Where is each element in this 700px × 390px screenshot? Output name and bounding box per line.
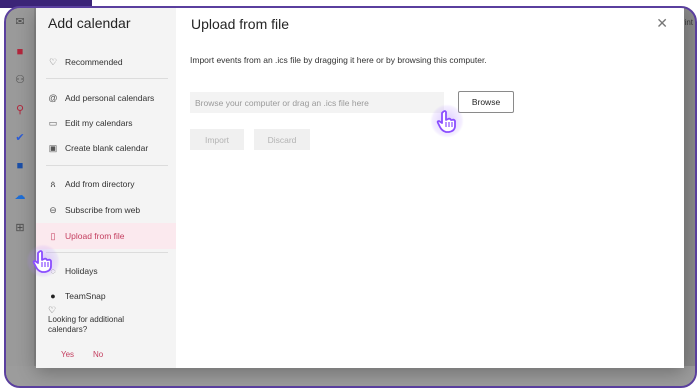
people-icon: ጰ: [50, 178, 56, 189]
people-app-icon[interactable]: ⚇: [14, 74, 26, 86]
upload-description: Import events from an .ics file by dragg…: [190, 55, 487, 65]
import-button[interactable]: Import: [190, 129, 244, 150]
sidebar-item-subscribe-from-web[interactable]: ⊖ Subscribe from web: [36, 198, 176, 222]
sidebar-item-label: Add from directory: [65, 179, 135, 189]
pointer-hand-icon: [430, 104, 464, 138]
apps-grid-icon[interactable]: ⊞: [14, 222, 26, 234]
sidebar-divider: [46, 165, 168, 166]
sidebar-item-label: Create blank calendar: [65, 143, 149, 153]
sidebar-item-label: Holidays: [65, 266, 98, 276]
sidebar-item-add-personal[interactable]: @ Add personal calendars: [36, 86, 176, 110]
edit-calendar-icon: ▭: [48, 117, 58, 128]
sidebar-title: Add calendar: [48, 15, 131, 31]
dialog-main: Upload from file ✕ Import events from an…: [176, 8, 684, 368]
sidebar-divider: [46, 78, 168, 79]
lightbulb-icon: ♡: [48, 56, 58, 67]
close-icon[interactable]: ✕: [656, 15, 668, 32]
sidebar-item-label: Upload from file: [65, 231, 125, 241]
file-drop-input[interactable]: Browse your computer or drag an .ics fil…: [190, 92, 444, 113]
no-link[interactable]: No: [93, 350, 103, 359]
yes-link[interactable]: Yes: [61, 350, 74, 359]
mail-icon[interactable]: ✉: [14, 16, 26, 28]
browse-button[interactable]: Browse: [458, 91, 514, 113]
sidebar-item-create-blank[interactable]: ▣ Create blank calendar: [36, 136, 176, 160]
add-calendar-dialog: Add calendar ♡ Recommended @ Add persona…: [36, 8, 684, 368]
sidebar-item-add-from-directory[interactable]: ጰ Add from directory: [36, 172, 176, 196]
attach-app-icon[interactable]: ⚲: [14, 104, 26, 116]
todo-app-icon[interactable]: ✔: [14, 132, 26, 144]
sidebar-item-upload-from-file[interactable]: ▯ Upload from file: [36, 223, 176, 249]
tutorial-frame: ✉ ■ ⚇ ⚲ ✔ ■ ☁ ⊞ Print Add calendar ♡ Rec…: [4, 6, 697, 388]
sidebar-item-label: Add personal calendars: [65, 93, 155, 103]
sidebar-item-label: TeamSnap: [65, 291, 106, 301]
teamsnap-icon: ●: [50, 291, 56, 301]
background-strip: [6, 366, 695, 386]
sidebar-divider: [46, 252, 168, 253]
dialog-sidebar: Add calendar ♡ Recommended @ Add persona…: [36, 8, 176, 368]
calendar-app-icon[interactable]: ■: [14, 46, 26, 58]
calendar-icon: ▣: [48, 142, 58, 153]
onedrive-app-icon[interactable]: ☁: [14, 190, 26, 202]
looking-for-more-text: Looking for additional calendars?: [48, 315, 125, 334]
discard-button[interactable]: Discard: [254, 129, 310, 150]
sidebar-item-label: Edit my calendars: [65, 118, 133, 128]
app-rail: ✉ ■ ⚇ ⚲ ✔ ■ ☁ ⊞: [6, 8, 34, 386]
word-app-icon[interactable]: ■: [14, 160, 26, 172]
page-title: Upload from file: [191, 16, 290, 32]
file-icon: ▯: [50, 230, 56, 241]
sidebar-item-label: Subscribe from web: [65, 205, 141, 215]
sidebar-item-recommended[interactable]: ♡ Recommended: [36, 50, 176, 74]
link-icon: ⊖: [49, 204, 57, 215]
sidebar-item-teamsnap[interactable]: ● TeamSnap: [36, 284, 176, 308]
sidebar-item-label: Recommended: [65, 57, 123, 67]
at-icon: @: [48, 93, 58, 103]
pointer-hand-icon: [26, 244, 60, 278]
sidebar-item-edit-my-calendars[interactable]: ▭ Edit my calendars: [36, 111, 176, 135]
